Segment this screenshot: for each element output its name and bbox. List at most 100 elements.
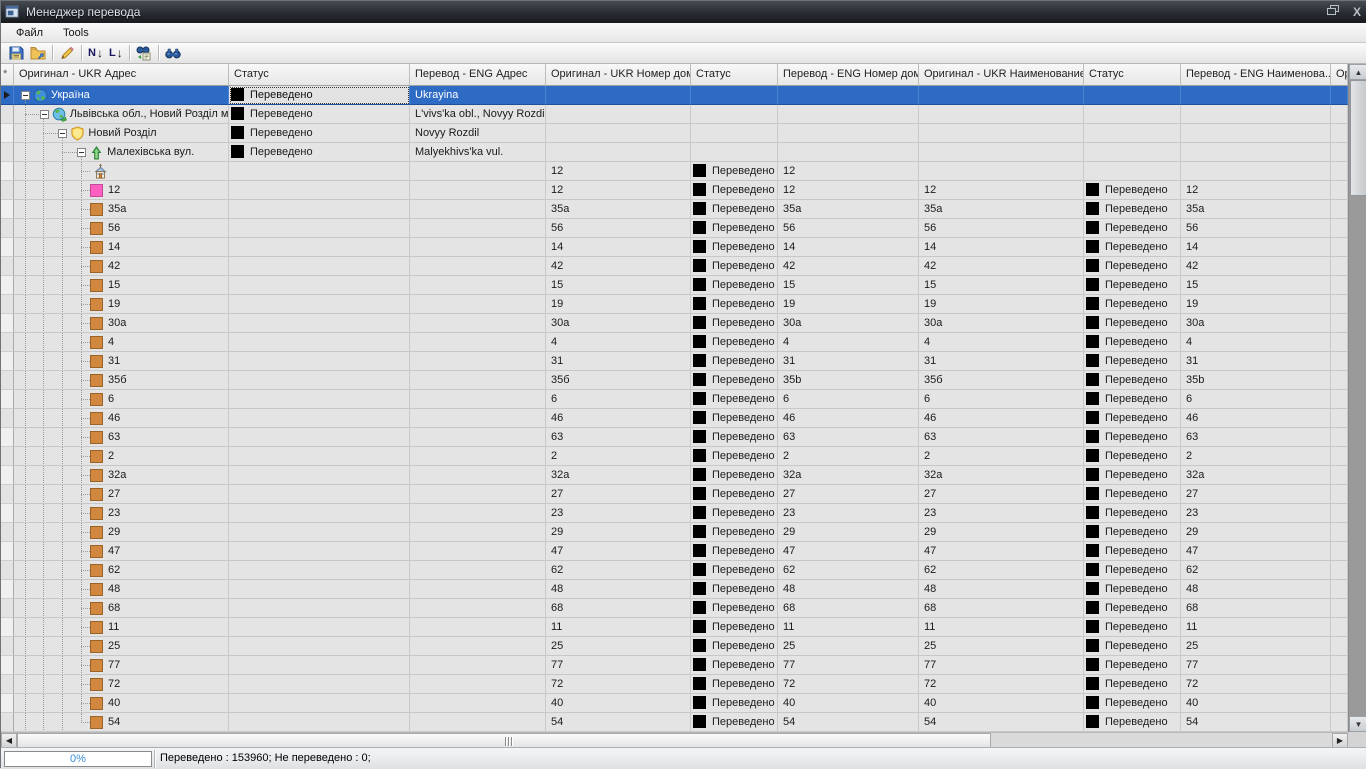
grid-cell[interactable]	[410, 466, 546, 485]
eng-name-cell[interactable]: 14	[1181, 238, 1331, 257]
ukr-name-cell[interactable]: 56	[919, 219, 1084, 238]
ukr-name-cell[interactable]: 42	[919, 257, 1084, 276]
ukr-name-cell[interactable]: 35a	[919, 200, 1084, 219]
grid-cell[interactable]	[229, 181, 410, 200]
horizontal-scrollbar[interactable]: ◀ ▶	[1, 732, 1348, 747]
eng-number-cell[interactable]: 35a	[778, 200, 919, 219]
tree-cell[interactable]: 12	[14, 181, 229, 200]
grid-cell[interactable]	[410, 371, 546, 390]
house-row[interactable]: 6868Переведено6868Переведено68	[1, 599, 1348, 618]
grid-cell[interactable]	[1331, 295, 1348, 314]
tree-cell[interactable]: 46	[14, 409, 229, 428]
ukr-number-cell[interactable]: 56	[546, 219, 691, 238]
row-indicator[interactable]	[1, 618, 14, 637]
eng-name-cell[interactable]: 48	[1181, 580, 1331, 599]
eng-name-cell[interactable]: 62	[1181, 561, 1331, 580]
house-row[interactable]: 1212Переведено1212Переведено12	[1, 181, 1348, 200]
house-row[interactable]: 1111Переведено1111Переведено11	[1, 618, 1348, 637]
ukr-number-cell[interactable]: 32a	[546, 466, 691, 485]
eng-name-cell[interactable]: 40	[1181, 694, 1331, 713]
row-indicator[interactable]	[1, 409, 14, 428]
scroll-up-button[interactable]: ▲	[1349, 64, 1366, 80]
eng-name-cell[interactable]: 29	[1181, 523, 1331, 542]
row-indicator[interactable]	[1, 675, 14, 694]
eng-number-cell[interactable]: 48	[778, 580, 919, 599]
grid-cell[interactable]	[1331, 124, 1348, 143]
status-cell[interactable]: Переведено	[691, 371, 778, 390]
house-row[interactable]: 12Переведено12	[1, 162, 1348, 181]
grid-cell[interactable]	[410, 219, 546, 238]
grid-cell[interactable]	[229, 466, 410, 485]
grid-cell[interactable]	[1331, 371, 1348, 390]
column-header-partial[interactable]: Ор	[1331, 64, 1348, 86]
ukr-name-cell[interactable]: 48	[919, 580, 1084, 599]
ukr-number-cell[interactable]: 40	[546, 694, 691, 713]
status-cell[interactable]: Переведено	[1084, 181, 1181, 200]
eng-number-cell[interactable]: 35b	[778, 371, 919, 390]
grid-cell[interactable]	[1331, 200, 1348, 219]
ukr-number-cell[interactable]: 15	[546, 276, 691, 295]
row-indicator[interactable]	[1, 485, 14, 504]
ukr-name-cell[interactable]: 14	[919, 238, 1084, 257]
grid-cell[interactable]	[691, 105, 778, 124]
grid-cell[interactable]	[1331, 599, 1348, 618]
status-cell[interactable]: Переведено	[691, 238, 778, 257]
find-replace-button[interactable]	[133, 44, 155, 63]
eng-name-cell[interactable]: 6	[1181, 390, 1331, 409]
status-cell[interactable]: Переведено	[1084, 390, 1181, 409]
eng-number-cell[interactable]: 31	[778, 352, 919, 371]
eng-name-cell[interactable]: 77	[1181, 656, 1331, 675]
eng-name-cell[interactable]: 27	[1181, 485, 1331, 504]
grid-cell[interactable]	[919, 124, 1084, 143]
eng-name-cell[interactable]: 32a	[1181, 466, 1331, 485]
status-cell[interactable]: Переведено	[691, 181, 778, 200]
restore-button[interactable]	[1327, 1, 1339, 23]
house-row[interactable]: 2727Переведено2727Переведено27	[1, 485, 1348, 504]
ukr-name-cell[interactable]: 2	[919, 447, 1084, 466]
grid-cell[interactable]	[229, 523, 410, 542]
grid-cell[interactable]	[229, 447, 410, 466]
status-cell[interactable]: Переведено	[691, 409, 778, 428]
grid-cell[interactable]	[1084, 162, 1181, 181]
eng-number-cell[interactable]: 14	[778, 238, 919, 257]
tree-cell[interactable]: 30a	[14, 314, 229, 333]
eng-name-cell[interactable]: 47	[1181, 542, 1331, 561]
ukr-number-cell[interactable]: 63	[546, 428, 691, 447]
grid-cell[interactable]	[546, 105, 691, 124]
eng-name-cell[interactable]: 56	[1181, 219, 1331, 238]
eng-number-cell[interactable]: 77	[778, 656, 919, 675]
ukr-name-cell[interactable]: 19	[919, 295, 1084, 314]
status-cell[interactable]: Переведено	[691, 485, 778, 504]
house-row[interactable]: 7777Переведено7777Переведено77	[1, 656, 1348, 675]
row-indicator[interactable]	[1, 105, 14, 124]
ukr-name-cell[interactable]: 35б	[919, 371, 1084, 390]
status-cell[interactable]: Переведено	[1084, 637, 1181, 656]
eng-number-cell[interactable]: 12	[778, 162, 919, 181]
eng-name-cell[interactable]: 19	[1181, 295, 1331, 314]
eng-name-cell[interactable]: 30a	[1181, 314, 1331, 333]
eng-number-cell[interactable]: 23	[778, 504, 919, 523]
ukr-name-cell[interactable]: 23	[919, 504, 1084, 523]
status-cell[interactable]: Переведено	[691, 504, 778, 523]
tree-row[interactable]: Малехівська вул.ПереведеноMalyekhivs'ka …	[1, 143, 1348, 162]
ukr-number-cell[interactable]: 2	[546, 447, 691, 466]
tree-cell[interactable]: 23	[14, 504, 229, 523]
ukr-name-cell[interactable]: 27	[919, 485, 1084, 504]
vertical-scrollbar[interactable]: ▲ ▼	[1348, 64, 1366, 732]
scroll-left-button[interactable]: ◀	[1, 733, 17, 748]
grid-cell[interactable]	[1331, 618, 1348, 637]
grid-cell[interactable]	[410, 276, 546, 295]
status-cell[interactable]: Переведено	[1084, 238, 1181, 257]
grid-cell[interactable]	[1331, 390, 1348, 409]
status-cell[interactable]: Переведено	[691, 580, 778, 599]
tree-cell[interactable]: 27	[14, 485, 229, 504]
eng-number-cell[interactable]: 68	[778, 599, 919, 618]
eng-name-cell[interactable]: 35b	[1181, 371, 1331, 390]
tree-row[interactable]: Львівська обл., Новий Розділ мПереведено…	[1, 105, 1348, 124]
eng-name-cell[interactable]: 31	[1181, 352, 1331, 371]
grid-cell[interactable]	[229, 409, 410, 428]
grid-cell[interactable]	[410, 580, 546, 599]
expand-collapse-box[interactable]	[58, 129, 67, 138]
eng-name-cell[interactable]: 23	[1181, 504, 1331, 523]
ukr-name-cell[interactable]: 32a	[919, 466, 1084, 485]
